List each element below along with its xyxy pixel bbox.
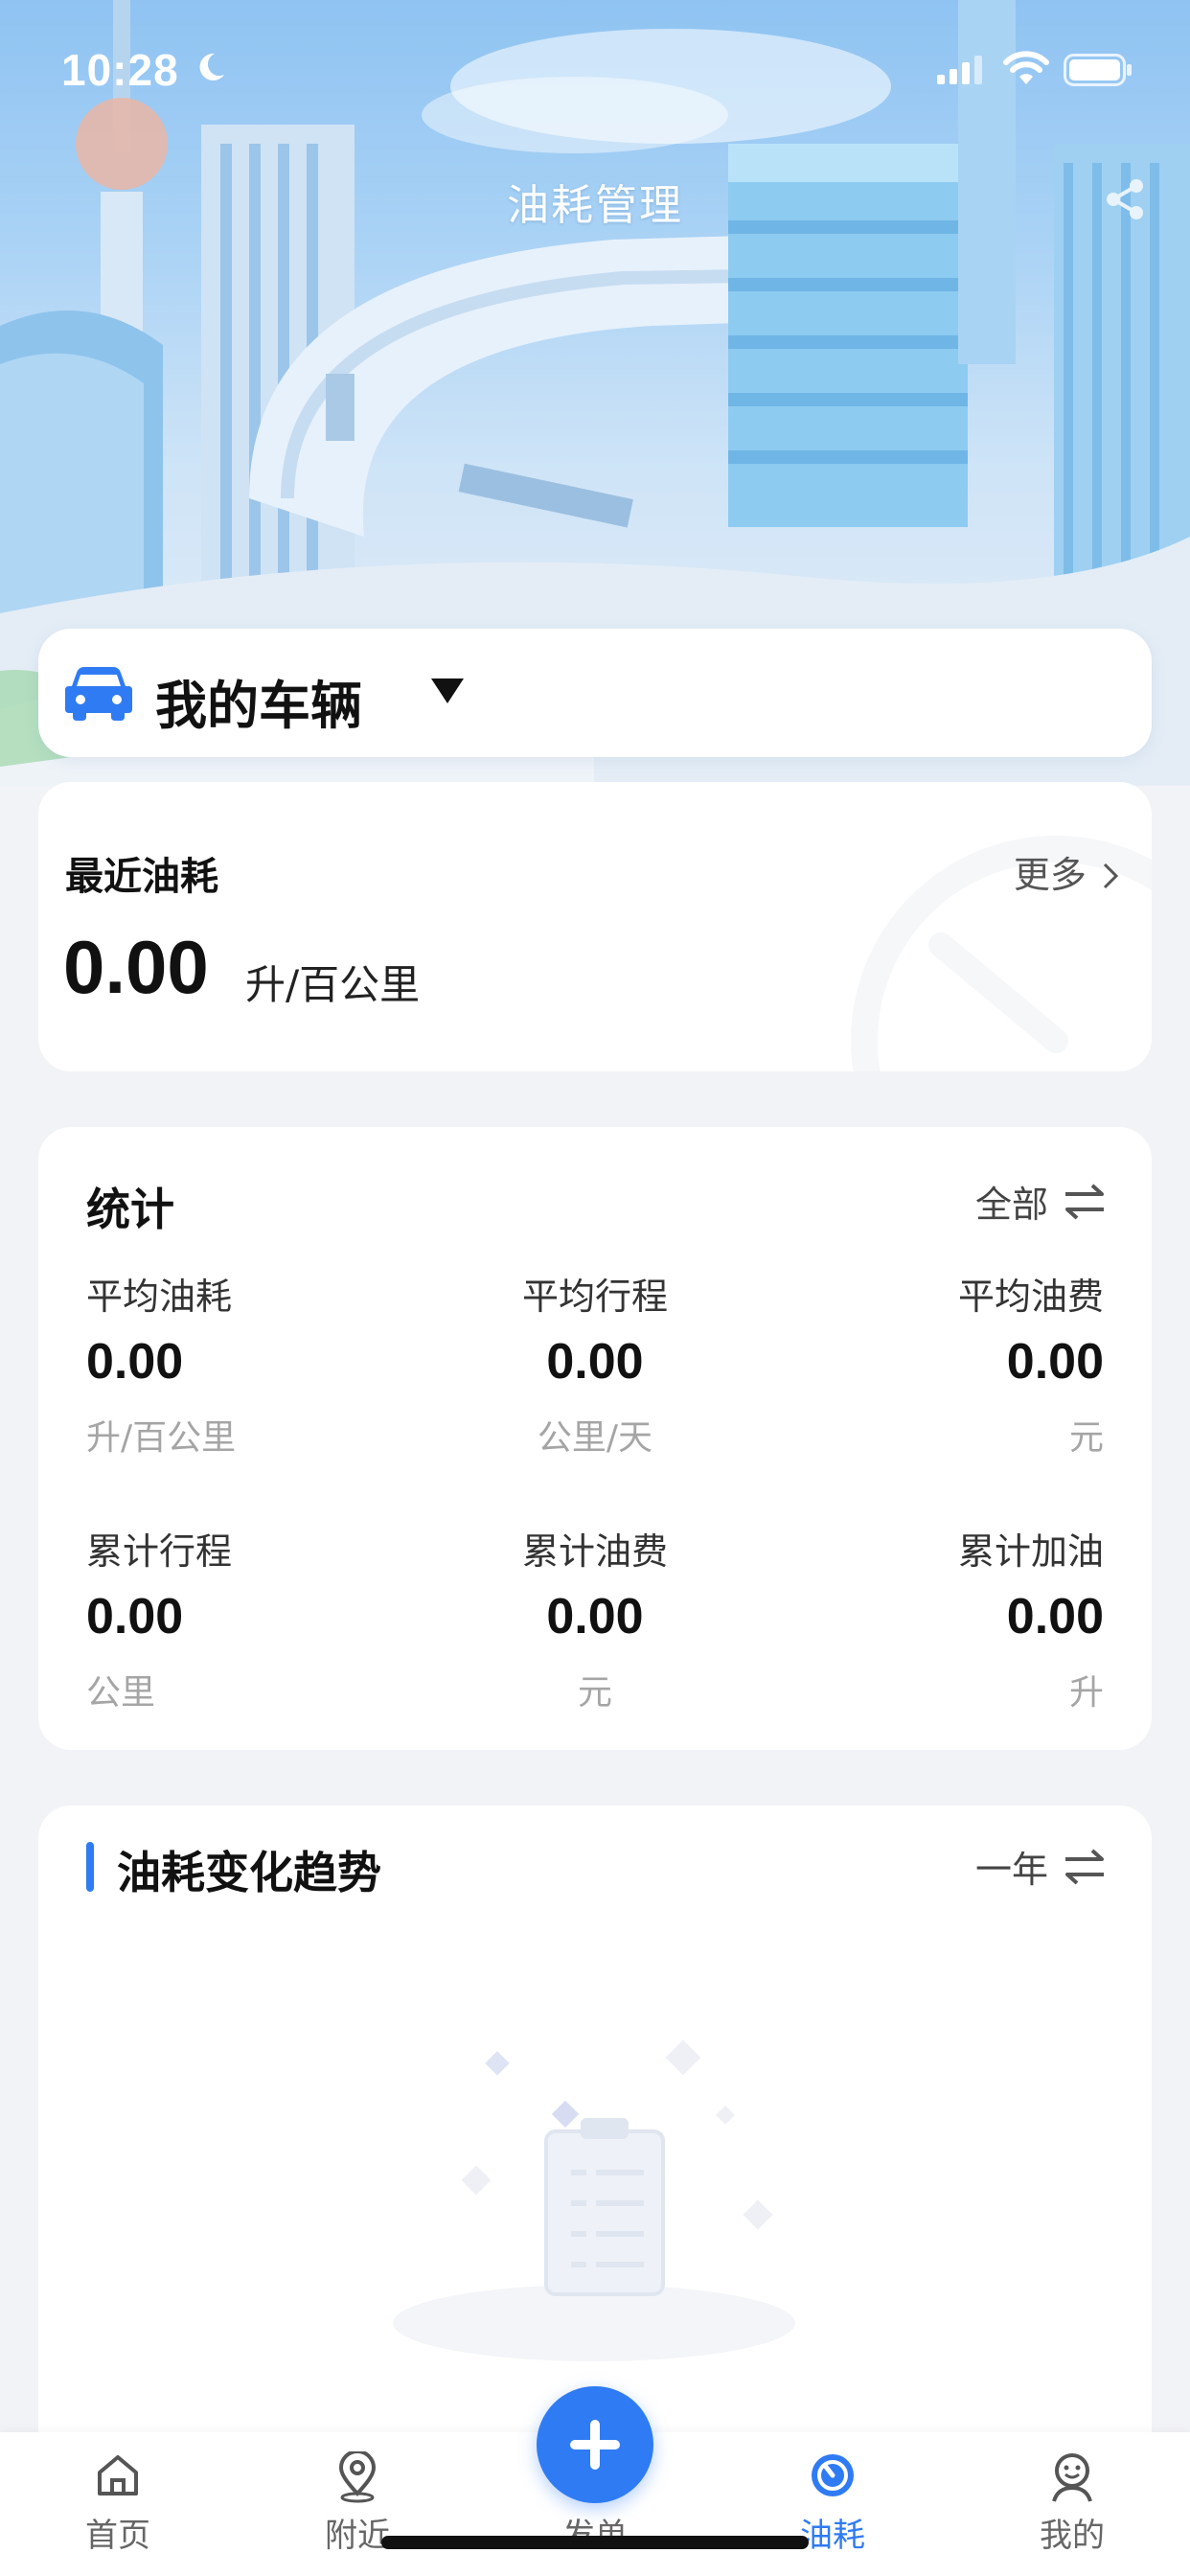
wifi-icon [1003,51,1049,84]
tab-home[interactable]: 首页 [41,2432,195,2576]
stat-label: 平均行程 [521,1276,668,1318]
trend-range-label: 一年 [974,1849,1048,1891]
home-indicator [381,2536,809,2549]
status-bar: 10:28 [0,0,1190,134]
swap-icon [1065,1849,1104,1884]
more-link[interactable]: 更多 [1014,845,1119,898]
stat-avg-fuel-cost: 平均油费 0.00 元 [778,1267,1104,1460]
stat-label: 平均油耗 [86,1276,233,1318]
trend-accent-bar [86,1842,94,1892]
stat-avg-consumption: 平均油耗 0.00 升/百公里 [86,1267,412,1460]
statistics-range-label: 全部 [974,1184,1048,1226]
stat-value: 0.00 [546,1589,644,1644]
stat-value: 0.00 [86,1589,184,1644]
stat-value: 0.00 [1006,1589,1104,1644]
statistics-range-switch[interactable]: 全部 [975,1175,1106,1228]
recent-title: 最近油耗 [65,855,218,899]
post-order-button[interactable] [537,2386,653,2503]
profile-icon [1052,2453,1092,2502]
car-icon [65,667,132,721]
stat-avg-distance: 平均行程 0.00 公里/天 [432,1267,758,1460]
tab-fuel-consumption[interactable]: 油耗 [756,2432,909,2576]
status-time: 10:28 [61,45,179,95]
tab-label: 首页 [85,2517,150,2555]
stat-unit: 公里/天 [537,1418,653,1458]
stat-unit: 元 [1068,1418,1104,1458]
stat-unit: 元 [577,1673,612,1713]
tab-nearby[interactable]: 附近 [281,2432,434,2576]
stat-total-distance: 累计行程 0.00 公里 [86,1522,412,1714]
stat-label: 平均油费 [957,1276,1104,1318]
more-label: 更多 [1013,854,1087,896]
stat-total-refuel: 累计加油 0.00 升 [778,1522,1104,1714]
share-icon[interactable] [1102,176,1148,222]
caret-down-icon [431,678,464,703]
stat-label: 累计加油 [957,1530,1104,1573]
trend-range-switch[interactable]: 一年 [975,1840,1106,1893]
stat-value: 0.00 [546,1334,644,1390]
vehicle-selector[interactable]: 我的车辆 [38,629,1152,757]
location-icon [338,2451,377,2503]
statistics-card: 统计 全部 平均油耗 0.00 升/百公里 平均行程 0.00 公里/天 平均油… [38,1127,1152,1750]
swap-icon [1065,1184,1104,1219]
recent-consumption-card: 最近油耗 更多 0.00 升/百公里 [38,782,1152,1071]
stat-value: 0.00 [1006,1334,1104,1390]
recent-unit: 升/百公里 [245,961,421,1008]
stat-value: 0.00 [86,1334,184,1390]
trend-title: 油耗变化趋势 [117,1847,381,1898]
tab-label: 我的 [1040,2517,1105,2555]
home-icon [98,2455,138,2496]
stat-total-fuel-cost: 累计油费 0.00 元 [432,1522,758,1714]
stat-unit: 升/百公里 [86,1418,237,1458]
page-title: 油耗管理 [507,181,683,230]
moon-icon [199,53,224,80]
vehicle-label: 我的车辆 [155,676,362,736]
stat-label: 累计油费 [521,1530,668,1573]
stat-unit: 升 [1068,1673,1104,1713]
plus-icon [570,2420,620,2470]
recent-value: 0.00 [63,925,209,1009]
battery-icon [1064,54,1132,86]
empty-clipboard-icon [393,2039,795,2361]
statistics-title: 统计 [86,1184,174,1235]
tab-mine[interactable]: 我的 [995,2432,1149,2576]
cellular-signal-icon [937,56,982,84]
fuel-gauge-icon [812,2454,854,2496]
consumption-trend-card: 油耗变化趋势 一年 [38,1806,1152,2476]
stat-unit: 公里 [86,1673,156,1713]
stat-label: 累计行程 [86,1530,233,1573]
chevron-right-icon [1103,862,1119,889]
